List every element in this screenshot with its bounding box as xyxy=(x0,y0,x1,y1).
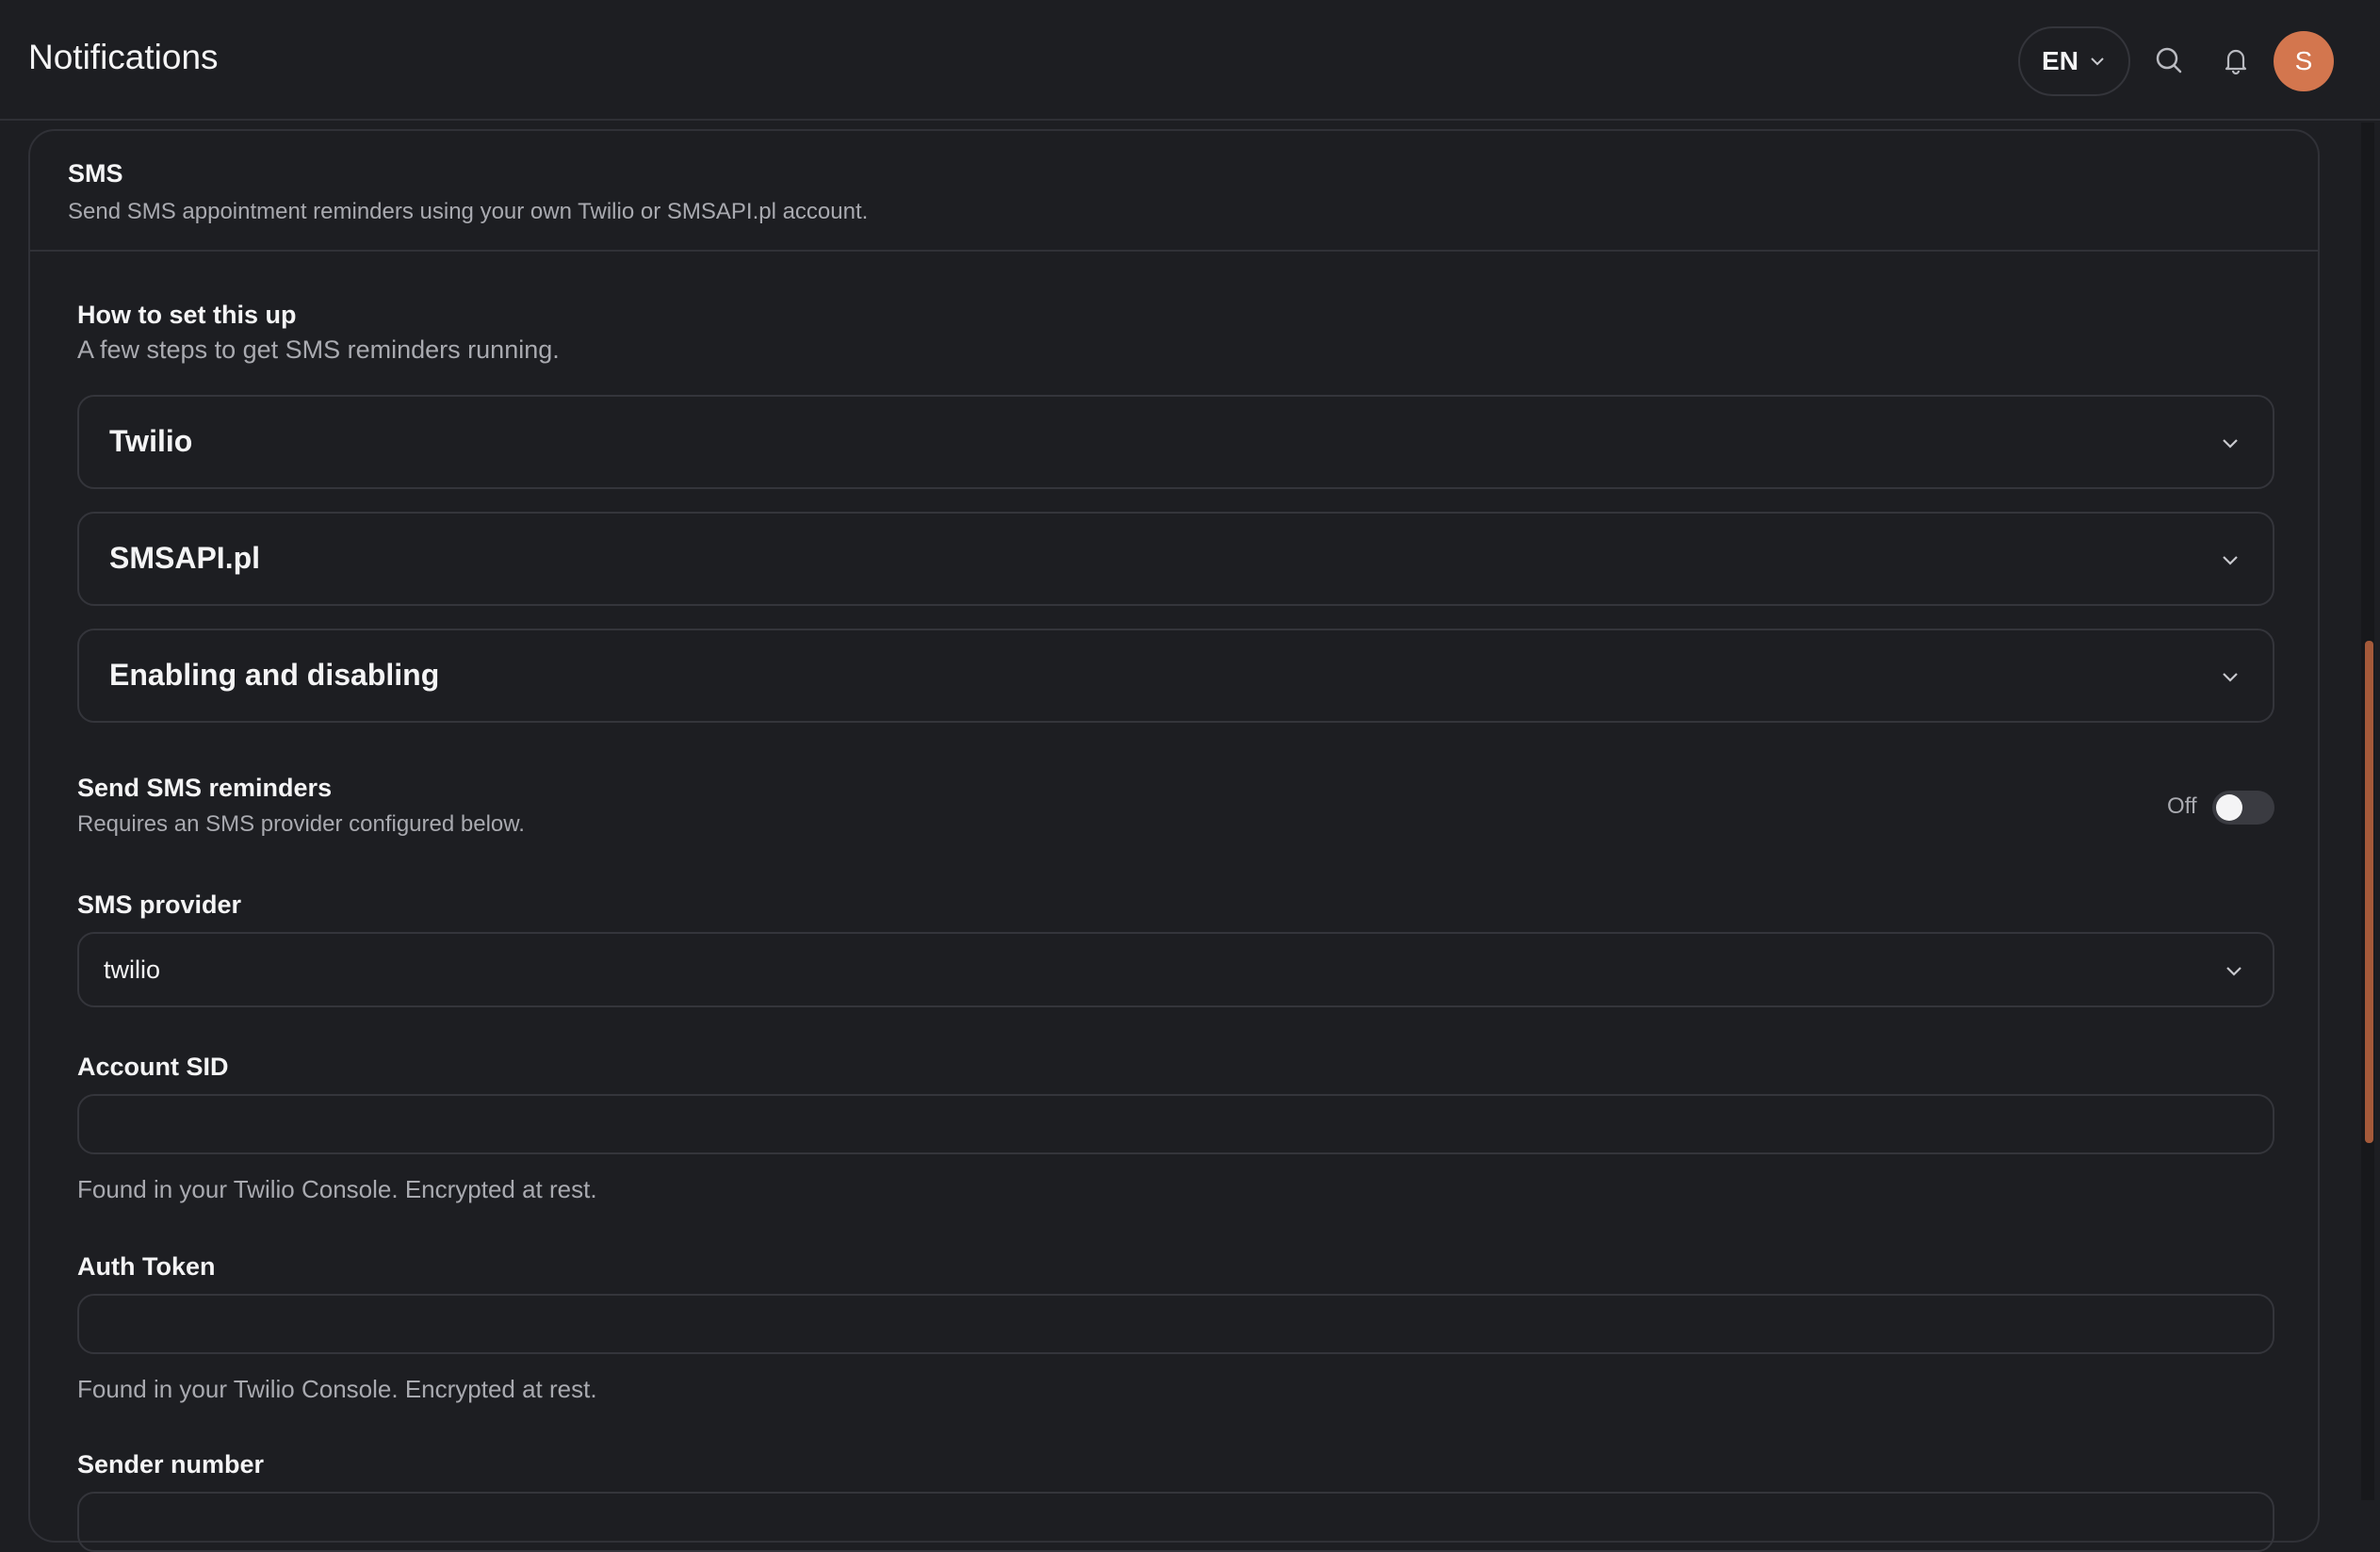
card-description: Send SMS appointment reminders using you… xyxy=(68,199,869,224)
toggle-knob xyxy=(2216,794,2242,821)
account-sid-input[interactable] xyxy=(77,1094,2274,1154)
auth-token-hint: Found in your Twilio Console. Encrypted … xyxy=(77,1375,597,1403)
scrollbar-thumb[interactable] xyxy=(2365,641,2373,1143)
card-header: SMS Send SMS appointment reminders using… xyxy=(30,131,2318,252)
accordion-label: Twilio xyxy=(109,424,193,458)
sender-number-input[interactable] xyxy=(77,1492,2274,1552)
chevron-down-icon xyxy=(2223,439,2238,449)
auth-token-label: Auth Token xyxy=(77,1252,216,1281)
send-reminders-toggle[interactable] xyxy=(2212,791,2274,825)
account-sid-label: Account SID xyxy=(77,1053,229,1081)
sms-provider-select[interactable]: twilio xyxy=(77,932,2274,1007)
send-reminders-label: Send SMS reminders xyxy=(77,774,333,802)
search-icon[interactable] xyxy=(2150,41,2188,79)
send-reminders-hint: Requires an SMS provider configured belo… xyxy=(77,811,525,837)
language-label: EN xyxy=(2042,46,2078,75)
setup-subtitle: A few steps to get SMS reminders running… xyxy=(77,335,560,364)
chevron-down-icon xyxy=(2226,967,2241,976)
sms-provider-value: twilio xyxy=(104,956,161,984)
sender-number-label: Sender number xyxy=(77,1450,265,1478)
accordion-label: SMSAPI.pl xyxy=(109,541,261,575)
accordion-twilio[interactable]: Twilio xyxy=(77,395,2274,489)
accordion-enabling-disabling[interactable]: Enabling and disabling xyxy=(77,629,2274,723)
chevron-down-icon xyxy=(2223,673,2238,682)
bell-icon[interactable] xyxy=(2217,41,2255,79)
avatar[interactable]: S xyxy=(2274,31,2334,91)
accordion-label: Enabling and disabling xyxy=(109,658,440,692)
auth-token-input[interactable] xyxy=(77,1294,2274,1354)
sms-settings-card: SMS Send SMS appointment reminders using… xyxy=(28,129,2320,1552)
sms-provider-label: SMS provider xyxy=(77,890,242,919)
toggle-state-label: Off xyxy=(2167,793,2197,819)
chevron-down-icon xyxy=(2223,556,2238,565)
language-selector[interactable]: EN xyxy=(2018,26,2130,96)
card-title: SMS xyxy=(68,159,123,188)
chevron-down-icon xyxy=(2091,57,2104,66)
accordion-smsapi[interactable]: SMSAPI.pl xyxy=(77,512,2274,606)
top-bar: Notifications EN S xyxy=(0,0,2380,121)
account-sid-hint: Found in your Twilio Console. Encrypted … xyxy=(77,1175,597,1203)
setup-title: How to set this up xyxy=(77,301,297,329)
page-title: Notifications xyxy=(28,38,219,76)
